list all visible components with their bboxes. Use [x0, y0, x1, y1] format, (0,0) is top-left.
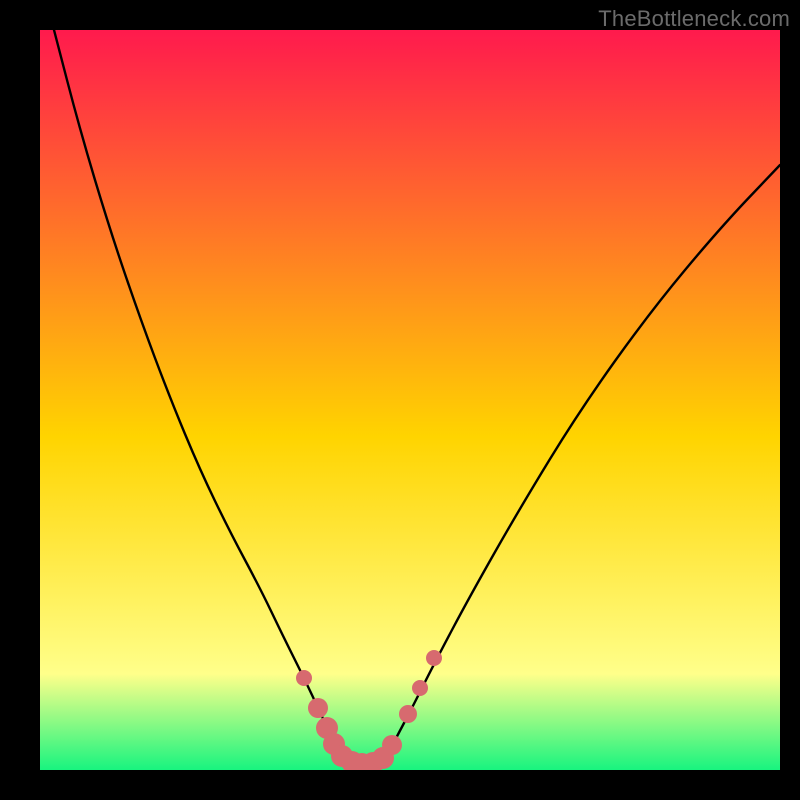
marker-dot: [399, 705, 417, 723]
marker-dot: [412, 680, 428, 696]
plot-area: [40, 30, 780, 770]
gradient-background: [40, 30, 780, 770]
marker-dot: [296, 670, 312, 686]
watermark-text: TheBottleneck.com: [598, 6, 790, 32]
marker-dot: [426, 650, 442, 666]
chart-svg: [40, 30, 780, 770]
chart-frame: TheBottleneck.com: [0, 0, 800, 800]
marker-dot: [382, 735, 402, 755]
marker-dot: [308, 698, 328, 718]
